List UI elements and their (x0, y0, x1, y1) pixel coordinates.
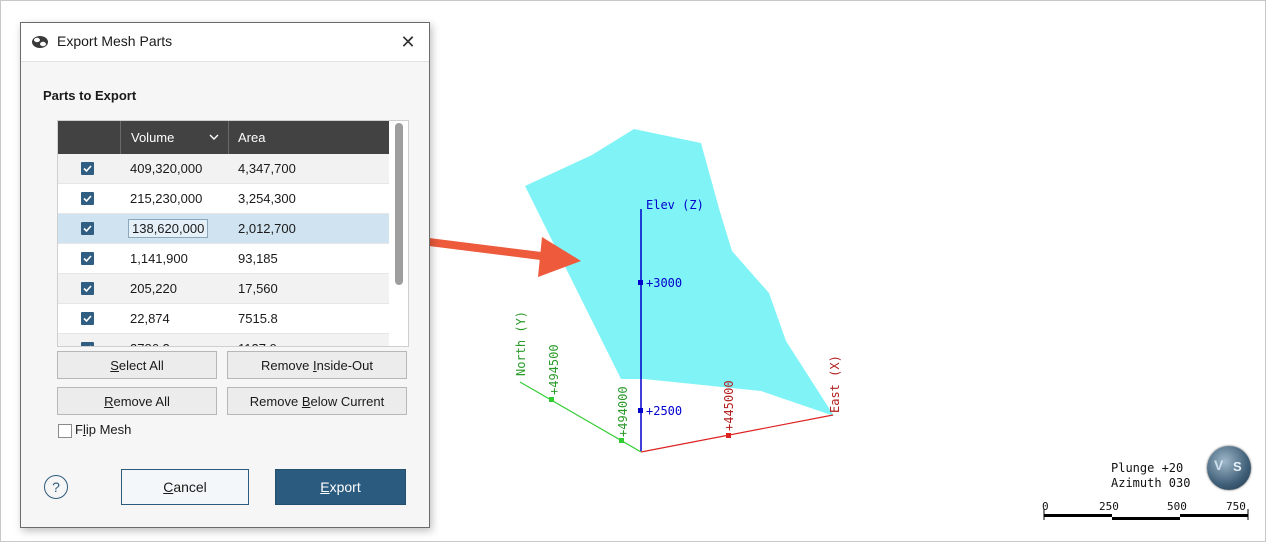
remove-inside-out-button[interactable]: Remove Inside-Out (227, 351, 407, 379)
cell-volume: 215,230,000 (130, 191, 203, 206)
checkmark-icon (83, 315, 92, 323)
table-row[interactable]: 409,320,000 4,347,700 (58, 154, 389, 184)
column-header-area[interactable]: Area (228, 121, 390, 154)
table-row[interactable]: 205,220 17,560 (58, 274, 389, 304)
row-checkbox[interactable] (81, 312, 94, 325)
export-button[interactable]: Export (275, 469, 406, 505)
scrollbar-thumb[interactable] (395, 123, 403, 285)
cell-area: 1127.9 (238, 334, 277, 346)
cell-volume: 409,320,000 (130, 161, 203, 176)
elev-tick-3000-label: +3000 (646, 276, 682, 290)
scale-bar-segment (1180, 514, 1248, 517)
flip-mesh-checkbox[interactable] (58, 424, 72, 438)
plunge-readout: Plunge +20 (1111, 461, 1184, 475)
help-icon: ? (52, 479, 60, 495)
scale-bar-segment (1112, 517, 1180, 520)
scale-label-250: 250 (1099, 500, 1119, 513)
table-row[interactable]: 2786.2 1127.9 (58, 334, 389, 346)
close-button[interactable]: ✕ (395, 29, 421, 55)
table-body: 409,320,000 4,347,700 215,230,000 3,254,300… (58, 154, 389, 346)
north-tick-494000-marker (619, 438, 624, 443)
checkmark-icon (89, 345, 91, 346)
elev-tick-3000-marker (638, 280, 643, 285)
cancel-button[interactable]: Cancel (121, 469, 249, 505)
north-axis-label: North (Y) (514, 311, 528, 376)
cell-volume: 138,620,000 (128, 219, 209, 238)
column-header-volume[interactable]: Volume (120, 121, 228, 154)
checkmark-icon (83, 225, 92, 233)
table-row[interactable]: 22,874 7515.8 (58, 304, 389, 334)
flip-mesh-label[interactable]: Flip Mesh (75, 422, 131, 437)
row-checkbox[interactable] (81, 282, 94, 295)
scale-bar-segment (1044, 514, 1112, 517)
mesh-surface[interactable] (525, 129, 834, 416)
globe-v-label: V (1214, 457, 1224, 473)
elev-tick-2500-label: +2500 (646, 404, 682, 418)
cell-area: 3,254,300 (238, 191, 296, 206)
cell-volume: 1,141,900 (130, 251, 188, 266)
table-header: Volume Area (58, 121, 389, 154)
select-all-button[interactable]: Select All (57, 351, 217, 379)
column-header-check[interactable] (58, 121, 120, 154)
north-tick-494000-label: +494000 (616, 386, 630, 437)
remove-below-current-button[interactable]: Remove Below Current (227, 387, 407, 415)
table-row[interactable]: 138,620,000 2,012,700 (58, 214, 389, 244)
scale-bar (1043, 509, 1249, 520)
dialog-title: Export Mesh Parts (57, 33, 173, 49)
parts-table[interactable]: Volume Area 409,320,000 4,347,700 215,230,… (57, 120, 409, 347)
table-row[interactable]: 215,230,000 3,254,300 (58, 184, 389, 214)
section-title-parts-to-export: Parts to Export (43, 88, 137, 103)
cell-area: 2,012,700 (238, 221, 296, 236)
scale-label-0: 0 (1042, 500, 1049, 513)
cell-area: 7515.8 (238, 311, 278, 326)
cell-area: 93,185 (238, 251, 278, 266)
elev-axis-label: Elev (Z) (646, 198, 704, 212)
app-logo-icon (32, 36, 48, 48)
dialog-titlebar[interactable]: Export Mesh Parts ✕ (21, 23, 429, 62)
cell-volume: 22,874 (130, 311, 170, 326)
column-header-volume-label: Volume (131, 130, 175, 145)
globe-s-label: S (1233, 459, 1242, 474)
scale-label-500: 500 (1167, 500, 1187, 513)
table-scrollbar[interactable] (390, 121, 408, 346)
row-checkbox[interactable] (81, 162, 94, 175)
cell-volume: 205,220 (130, 281, 177, 296)
cell-area: 4,347,700 (238, 161, 296, 176)
cell-area: 17,560 (238, 281, 278, 296)
row-checkbox[interactable] (81, 192, 94, 205)
orientation-readout: Plunge +20 Azimuth 030 (1111, 461, 1190, 491)
elev-tick-2500-marker (638, 408, 643, 413)
checkmark-icon (83, 165, 92, 173)
close-icon: ✕ (400, 32, 416, 52)
row-checkbox[interactable] (81, 342, 94, 346)
azimuth-readout: Azimuth 030 (1111, 476, 1191, 490)
view-globe-icon[interactable]: V S (1207, 446, 1251, 490)
east-axis-label: East (X) (828, 355, 842, 413)
row-checkbox[interactable] (81, 252, 94, 265)
table-row[interactable]: 1,141,900 93,185 (58, 244, 389, 274)
checkmark-icon (83, 255, 92, 263)
help-button[interactable]: ? (44, 475, 68, 499)
north-tick-494500-marker (549, 397, 554, 402)
scale-label-750: 750 (1226, 500, 1246, 513)
export-mesh-parts-dialog: Export Mesh Parts ✕ Parts to Export Volu… (20, 22, 430, 528)
checkmark-icon (83, 195, 92, 203)
east-axis-line (640, 414, 834, 453)
remove-all-button[interactable]: Remove All (57, 387, 217, 415)
checkmark-icon (83, 285, 92, 293)
column-header-area-label: Area (238, 130, 266, 145)
row-checkbox[interactable] (81, 222, 94, 235)
east-tick-445000-label: +445000 (722, 380, 736, 431)
north-tick-494500-label: +494500 (547, 344, 561, 395)
cell-volume: 2786.2 (130, 334, 170, 346)
east-tick-445000-marker (726, 433, 731, 438)
